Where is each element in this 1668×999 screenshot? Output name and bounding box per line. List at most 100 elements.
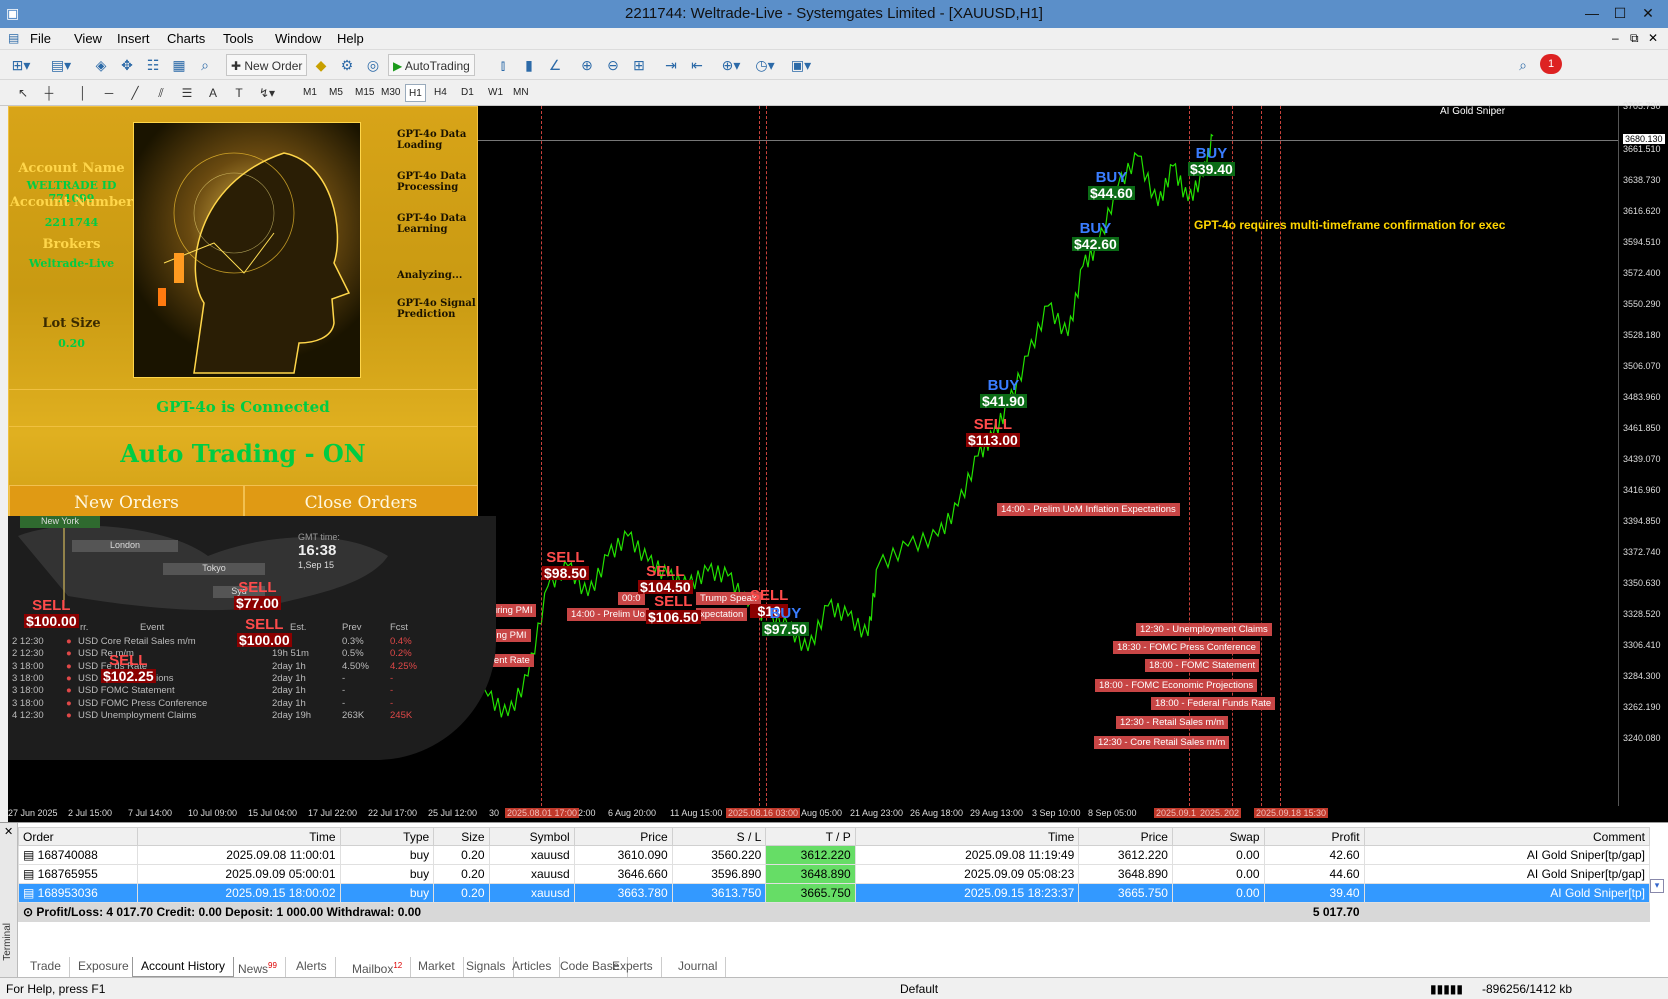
signal-sell: SELL $113.00 xyxy=(966,417,1020,448)
data-window-icon[interactable]: ✥ xyxy=(116,54,138,76)
profiles-icon[interactable]: ▤▾ xyxy=(50,54,72,76)
profile-name: Default xyxy=(900,982,939,996)
tile-windows-icon[interactable]: ⊞ xyxy=(628,54,650,76)
metaeditor-icon[interactable]: ◆ xyxy=(310,54,332,76)
calendar-event: USD FOMC Press Conference xyxy=(78,697,208,709)
scroll-down-icon[interactable]: ▾ xyxy=(1650,879,1664,893)
column-header[interactable]: Price xyxy=(1078,827,1173,846)
tab-alerts[interactable]: Alerts xyxy=(288,957,336,977)
tab-account-history[interactable]: Account History xyxy=(132,957,235,977)
column-header[interactable]: Swap xyxy=(1171,827,1265,846)
terminal-close-icon[interactable]: ✕ xyxy=(4,825,13,838)
notification-badge[interactable]: 1 xyxy=(1540,54,1562,74)
cell-close-price: 3665.750 xyxy=(1078,883,1173,903)
table-row[interactable]: ▤ 168765955 2025.09.09 05:00:01 buy 0.20 xau… xyxy=(17,864,1651,884)
menu-tools[interactable]: Tools xyxy=(223,31,253,46)
timeframe-m30[interactable]: M30 xyxy=(378,84,403,102)
auto-scroll-icon[interactable]: ⇥ xyxy=(660,54,682,76)
close-button[interactable]: ✕ xyxy=(1636,2,1660,24)
crosshair-icon[interactable]: ┼ xyxy=(38,82,60,104)
tab-trade[interactable]: Trade xyxy=(22,957,70,977)
maximize-button[interactable]: ☐ xyxy=(1608,2,1632,24)
column-header[interactable]: S / L xyxy=(671,827,767,846)
zoom-out-icon[interactable]: ⊖ xyxy=(602,54,624,76)
fibonacci-icon[interactable]: ☰ xyxy=(176,82,198,104)
periods-icon[interactable]: ◷▾ xyxy=(754,54,776,76)
child-minimize-icon[interactable]: – xyxy=(1612,31,1619,45)
text-icon[interactable]: A xyxy=(202,82,224,104)
price-chart[interactable]: AI Gold Sniper GPT-4o requires multi-tim… xyxy=(8,106,1618,806)
autotrading-button[interactable]: ▶ AutoTrading xyxy=(388,54,475,76)
timeframe-d1[interactable]: D1 xyxy=(458,84,477,102)
menu-window[interactable]: Window xyxy=(275,31,321,46)
new-order-button[interactable]: ✚ New Order xyxy=(226,54,308,76)
channel-icon[interactable]: ⫽ xyxy=(150,82,172,104)
tab-exposure[interactable]: Exposure xyxy=(70,957,138,977)
options-icon[interactable]: ⚙ xyxy=(336,54,358,76)
new-chart-icon[interactable]: ⊞▾ xyxy=(10,54,32,76)
timeframe-h1[interactable]: H1 xyxy=(405,84,426,102)
search-icon[interactable]: ⌕ xyxy=(1512,54,1534,76)
timeframe-mn[interactable]: MN xyxy=(510,84,532,102)
event-marker-line xyxy=(759,106,760,806)
timeframe-h4[interactable]: H4 xyxy=(431,84,450,102)
table-row[interactable]: ▤ 168740088 2025.09.08 11:00:01 buy 0.20 xau… xyxy=(17,845,1651,865)
close-orders-button[interactable]: Close Orders xyxy=(244,485,478,519)
timeframe-m5[interactable]: M5 xyxy=(326,84,346,102)
strategy-tester-icon[interactable]: ⌕ xyxy=(194,54,216,76)
column-header[interactable]: Size xyxy=(433,827,490,846)
tab-journal[interactable]: Journal xyxy=(670,957,727,977)
line-chart-icon[interactable]: ∠ xyxy=(544,54,566,76)
terminal-side-tab[interactable]: Terminal xyxy=(0,823,18,978)
column-header[interactable]: Price xyxy=(573,827,673,846)
terminal-icon[interactable]: ▦ xyxy=(168,54,190,76)
lot-size-value: 0.20 xyxy=(58,337,85,350)
trendline-icon[interactable]: ╱ xyxy=(124,82,146,104)
column-header[interactable]: Time xyxy=(854,827,1080,846)
candlestick-icon[interactable]: ▮ xyxy=(518,54,540,76)
tab-experts[interactable]: Experts xyxy=(604,957,662,977)
timeframe-m15[interactable]: M15 xyxy=(352,84,377,102)
navigator-icon[interactable]: ☷ xyxy=(142,54,164,76)
brokers-label: Brokers xyxy=(42,237,101,252)
table-row[interactable]: ▤ 168953036 2025.09.15 18:00:02 buy 0.20 xau… xyxy=(17,883,1651,903)
bar-chart-icon[interactable]: ⫾ xyxy=(492,54,514,76)
market-watch-icon[interactable]: ◈ xyxy=(90,54,112,76)
child-restore-icon[interactable]: ⧉ xyxy=(1630,31,1639,46)
menu-view[interactable]: View xyxy=(74,31,102,46)
horizontal-line-icon[interactable]: ─ xyxy=(98,82,120,104)
timeframe-w1[interactable]: W1 xyxy=(485,84,506,102)
price-tick-label: 3616.620 xyxy=(1623,206,1661,216)
column-header[interactable]: T / P xyxy=(765,827,856,846)
menu-charts[interactable]: Charts xyxy=(167,31,205,46)
templates-icon[interactable]: ▣▾ xyxy=(790,54,812,76)
tab-market[interactable]: Market xyxy=(410,957,464,977)
timeframe-m1[interactable]: M1 xyxy=(300,84,320,102)
zoom-in-icon[interactable]: ⊕ xyxy=(576,54,598,76)
tab-news[interactable]: News99 xyxy=(230,957,286,977)
column-header[interactable]: Type xyxy=(339,827,435,846)
signal-value: $100.00 xyxy=(24,612,79,629)
cell-order: ▤ 168765955 xyxy=(17,864,139,884)
column-header[interactable]: Symbol xyxy=(488,827,575,846)
arrows-icon[interactable]: ↯▾ xyxy=(256,82,278,104)
new-orders-button[interactable]: New Orders xyxy=(9,485,244,519)
column-header[interactable]: Profit xyxy=(1263,827,1365,846)
calendar-prev: 0.5% xyxy=(342,648,364,660)
column-header[interactable]: Comment xyxy=(1363,827,1651,846)
column-header[interactable]: Time xyxy=(137,827,341,846)
menu-insert[interactable]: Insert xyxy=(117,31,150,46)
minimize-button[interactable]: — xyxy=(1580,2,1604,24)
chart-shift-icon[interactable]: ⇤ xyxy=(686,54,708,76)
menu-file[interactable]: File xyxy=(30,31,51,46)
vertical-line-icon[interactable]: │ xyxy=(72,82,94,104)
tab-mailbox[interactable]: Mailbox12 xyxy=(344,957,412,977)
menu-help[interactable]: Help xyxy=(337,31,364,46)
indicators-icon[interactable]: ⊕▾ xyxy=(720,54,742,76)
cursor-icon[interactable]: ↖ xyxy=(12,82,34,104)
time-tick-label: 2 Jul 15:00 xyxy=(68,808,113,818)
column-header[interactable]: Order xyxy=(17,827,139,846)
signals-icon[interactable]: ◎ xyxy=(362,54,384,76)
text-label-icon[interactable]: T xyxy=(228,82,250,104)
child-close-icon[interactable]: ✕ xyxy=(1648,31,1658,45)
